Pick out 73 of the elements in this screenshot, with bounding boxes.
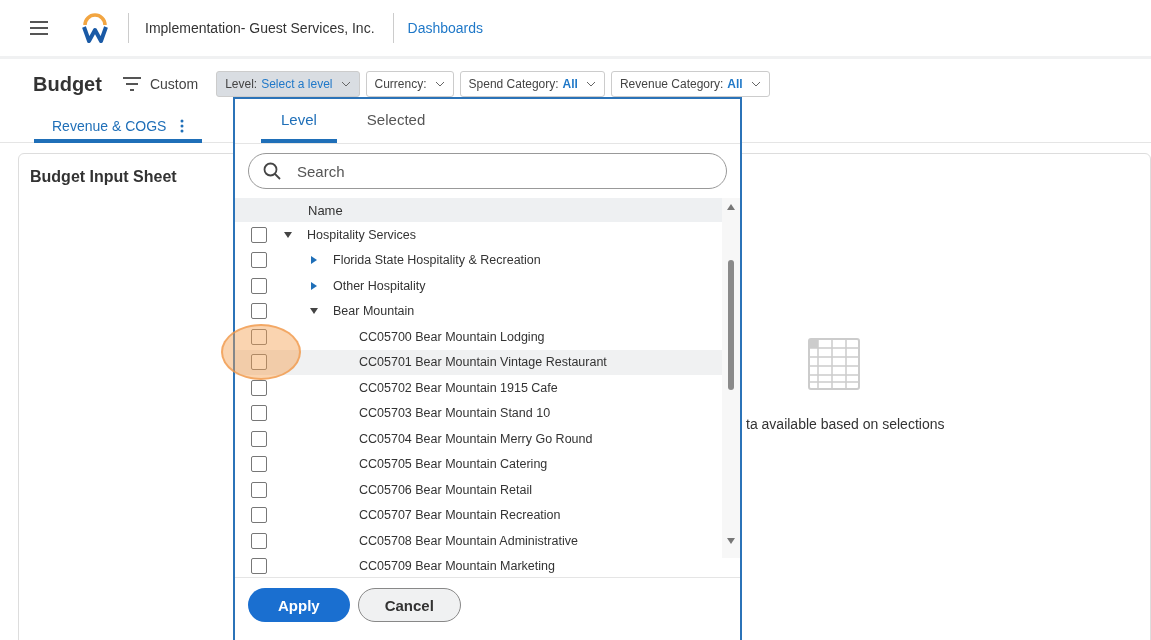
checkbox[interactable] [251, 354, 267, 371]
tree-row[interactable]: CC05706 Bear Mountain Retail [235, 477, 722, 503]
menu-icon[interactable] [30, 21, 48, 35]
tree-row[interactable]: Florida State Hospitality & Recreation [235, 247, 722, 273]
tab[interactable]: Revenue & COGS [34, 113, 203, 143]
tree-row[interactable]: CC05702 Bear Mountain 1915 Cafe [235, 375, 722, 401]
popup-tab[interactable]: Level [261, 99, 337, 143]
checkbox[interactable] [251, 481, 267, 498]
checkbox[interactable] [251, 558, 267, 575]
checkbox[interactable] [251, 379, 267, 396]
tree-item-label: CC05702 Bear Mountain 1915 Cafe [359, 380, 558, 395]
tree-row[interactable]: CC05709 Bear Mountain Marketing [235, 553, 722, 577]
search-icon [263, 162, 281, 180]
scrollbar-drawing[interactable] [722, 198, 740, 558]
company-name: Implementation- Guest Services, Inc. [128, 13, 375, 43]
column-header: Name [308, 202, 343, 218]
apply-button[interactable]: Apply [248, 588, 350, 622]
tree-item-label: Bear Mountain [333, 304, 415, 319]
tree-item-label: CC05705 Bear Mountain Catering [359, 457, 548, 472]
tree-item-label: CC05703 Bear Mountain Stand 10 [359, 406, 551, 421]
collapse-triangle-icon[interactable] [284, 230, 292, 239]
tree-item-label: Hospitality Services [307, 227, 417, 242]
chevron-down-icon [750, 81, 761, 87]
checkbox[interactable] [251, 226, 267, 243]
tree-item-label: CC05706 Bear Mountain Retail [359, 482, 533, 497]
tree-row[interactable]: CC05704 Bear Mountain Merry Go Round [235, 426, 722, 452]
filter-dropdown[interactable]: Currency: [365, 71, 454, 97]
checkbox[interactable] [251, 456, 267, 473]
tree-row[interactable]: Bear Mountain [235, 298, 722, 324]
logo-icon[interactable] [80, 13, 110, 43]
filter-dropdown[interactable]: Revenue Category: All [610, 71, 770, 97]
tree-item-label: CC05708 Bear Mountain Administrative [359, 533, 578, 548]
more-icon[interactable] [180, 119, 185, 133]
tree-item-label: CC05707 Bear Mountain Recreation [359, 508, 561, 523]
dashboards-link[interactable]: Dashboards [392, 13, 484, 43]
tree-row[interactable]: Other Hospitality [235, 273, 722, 299]
chevron-down-icon [585, 81, 596, 87]
checkbox[interactable] [251, 507, 267, 524]
checkbox[interactable] [251, 328, 267, 345]
tree-row[interactable]: CC05701 Bear Mountain Vintage Restaurant [235, 349, 722, 375]
checkbox[interactable] [251, 303, 267, 320]
checkbox[interactable] [251, 252, 267, 269]
chevron-down-icon [340, 81, 351, 87]
cancel-button[interactable]: Cancel [357, 588, 461, 622]
checkbox[interactable] [251, 430, 267, 447]
tree-row[interactable]: CC05705 Bear Mountain Catering [235, 451, 722, 477]
tree-row[interactable]: CC05703 Bear Mountain Stand 10 [235, 400, 722, 426]
tree-row[interactable]: CC05707 Bear Mountain Recreation [235, 502, 722, 528]
tree-item-label: CC05701 Bear Mountain Vintage Restaurant [359, 355, 607, 370]
tree-row[interactable]: CC05700 Bear Mountain Lodging [235, 324, 722, 350]
filter-dropdown[interactable]: Spend Category: All [459, 71, 605, 97]
filter-icon[interactable] [121, 77, 142, 91]
page-title: Budget [33, 72, 102, 96]
checkbox[interactable] [251, 405, 267, 422]
collapse-triangle-icon[interactable] [310, 307, 318, 316]
card-title: Budget Input Sheet [30, 168, 177, 186]
chevron-down-icon [434, 81, 445, 87]
tree-item-label: CC05709 Bear Mountain Marketing [359, 559, 555, 574]
tree-row[interactable]: Hospitality Services [235, 222, 722, 248]
checkbox[interactable] [251, 532, 267, 549]
tree-item-label: CC05704 Bear Mountain Merry Go Round [359, 431, 593, 446]
expand-triangle-icon[interactable] [310, 281, 318, 290]
empty-message: ta available based on selections [746, 416, 945, 432]
empty-table-icon [808, 338, 860, 390]
checkbox[interactable] [251, 277, 267, 294]
tree-item-label: CC05700 Bear Mountain Lodging [359, 329, 545, 344]
popup-tab[interactable]: Selected [346, 99, 446, 143]
tree-item-label: Florida State Hospitality & Recreation [333, 253, 541, 268]
expand-triangle-icon[interactable] [310, 256, 318, 265]
view-name: Custom [149, 76, 199, 92]
tree-row[interactable]: CC05708 Bear Mountain Administrative [235, 528, 722, 554]
filter-dropdown[interactable]: Level: Select a level [216, 71, 360, 97]
tree-item-label: Other Hospitality [333, 278, 426, 293]
